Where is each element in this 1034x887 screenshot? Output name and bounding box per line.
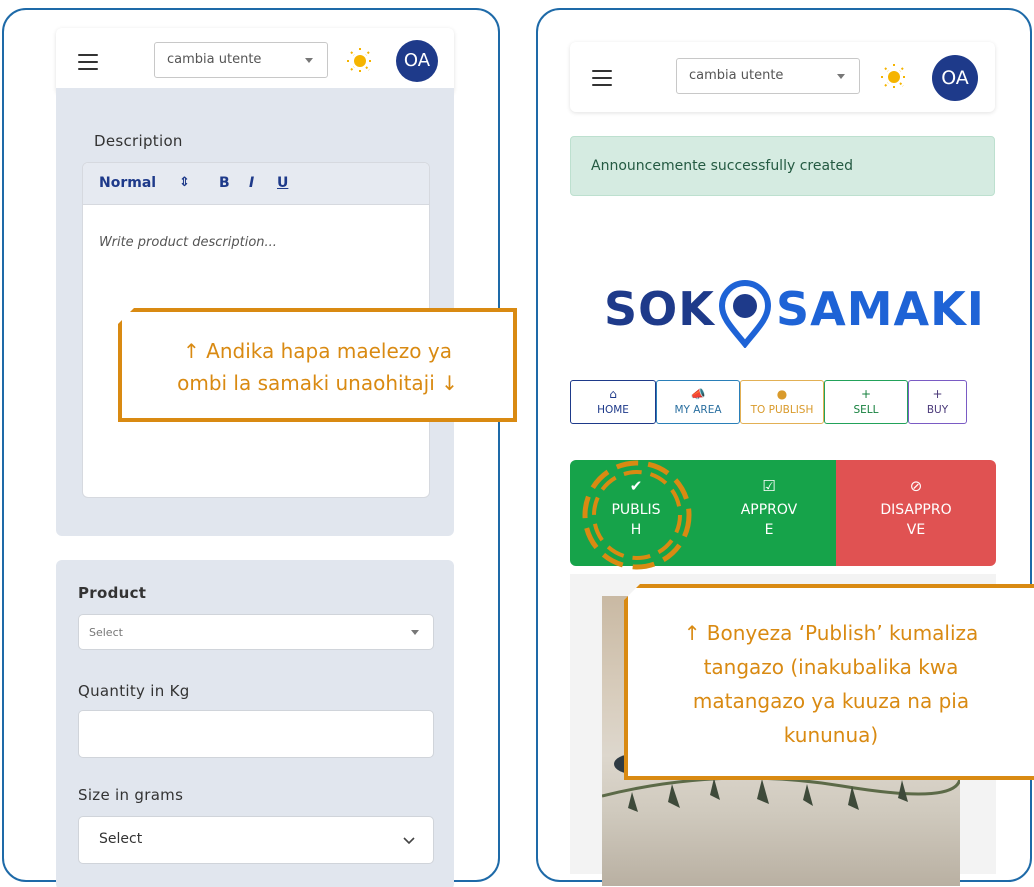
right-top-bar: cambia utente OA [570, 42, 995, 112]
size-select-value: Select [99, 831, 143, 847]
nav-my-area[interactable]: 📣 MY AREA [656, 380, 740, 424]
disapprove-label-line1: DISAPPRO [880, 502, 952, 518]
chevron-down-icon [837, 74, 845, 79]
avatar[interactable]: OA [396, 40, 438, 82]
checkbox-icon: ☑ [762, 477, 776, 495]
product-select[interactable]: Select [78, 614, 434, 650]
editor-toolbar: Normal ⇕ B I U [83, 163, 429, 205]
description-label: Description [94, 132, 183, 150]
nav-label: TO PUBLISH [750, 404, 814, 416]
chevron-down-icon [411, 630, 419, 635]
logo-text-sok: SOK [604, 282, 715, 336]
check-circle-icon: ● [776, 387, 788, 401]
highlight-circle [582, 460, 692, 570]
avatar[interactable]: OA [932, 55, 978, 101]
logo-text-samaki: SAMAKI [776, 282, 985, 336]
location-pin-icon [718, 280, 772, 348]
callout-line: ↑ Andika hapa maelezo ya [183, 339, 452, 363]
theme-sun-icon[interactable] [346, 47, 374, 75]
nav-label: BUY [926, 404, 949, 416]
callout-line: kununua) [783, 723, 879, 747]
format-arrows-icon[interactable]: ⇕ [179, 175, 190, 190]
nav-label: SELL [853, 404, 879, 416]
approve-label-line1: APPROV [740, 502, 798, 518]
nav-home[interactable]: ⌂ HOME [570, 380, 656, 424]
chevron-down-icon [305, 58, 313, 63]
nav-label: HOME [597, 404, 629, 416]
format-select[interactable]: Normal [99, 175, 156, 191]
sokosamaki-logo: SOK SAMAKI [604, 278, 984, 348]
hamburger-menu-icon[interactable] [592, 70, 612, 86]
underline-button[interactable]: U [277, 175, 288, 191]
left-instruction-callout: ↑ Andika hapa maelezo ya ombi la samaki … [118, 308, 517, 422]
plus-icon: + [932, 387, 943, 401]
success-alert: Announcemente successfully created [570, 136, 995, 196]
nav-to-publish[interactable]: ● TO PUBLISH [740, 380, 824, 424]
bold-button[interactable]: B [219, 175, 230, 191]
quantity-label: Quantity in Kg [78, 682, 190, 700]
product-label: Product [78, 584, 147, 602]
approve-label-line2: E [764, 522, 774, 538]
quantity-input[interactable] [78, 710, 434, 758]
user-switch-select[interactable]: cambia utente [154, 42, 328, 78]
ban-icon: ⊘ [909, 477, 923, 495]
disapprove-button[interactable]: ⊘ DISAPPRO VE [836, 460, 996, 566]
user-switch-select[interactable]: cambia utente [676, 58, 860, 94]
right-instruction-callout: ↑ Bonyeza ‘Publish’ kumaliza tangazo (in… [624, 584, 1034, 780]
user-switch-value: cambia utente [167, 52, 262, 67]
left-top-bar: cambia utente OA [56, 28, 454, 94]
approve-button[interactable]: ☑ APPROV E [702, 460, 836, 566]
callout-line: matangazo ya kuuza na pia [692, 689, 970, 713]
hamburger-menu-icon[interactable] [78, 54, 98, 70]
callout-line: ombi la samaki unaohitaji ↓ [177, 371, 458, 395]
plus-icon: + [860, 387, 872, 401]
size-label: Size in grams [78, 786, 184, 804]
italic-button[interactable]: I [249, 175, 254, 191]
product-select-value: Select [89, 626, 123, 639]
megaphone-icon: 📣 [690, 387, 706, 401]
callout-line: ↑ Bonyeza ‘Publish’ kumaliza [683, 621, 979, 645]
nav-label: MY AREA [674, 404, 722, 416]
theme-sun-icon[interactable] [880, 63, 908, 91]
size-select[interactable]: Select [78, 816, 434, 864]
user-switch-value: cambia utente [689, 68, 784, 83]
main-nav: ⌂ HOME 📣 MY AREA ● TO PUBLISH + SELL + B… [570, 380, 967, 424]
chevron-down-icon [403, 837, 415, 845]
home-icon: ⌂ [609, 387, 617, 401]
nav-sell[interactable]: + SELL [824, 380, 908, 424]
callout-line: tangazo (inakubalika kwa [703, 655, 959, 679]
editor-placeholder: Write product description... [99, 235, 277, 250]
nav-buy[interactable]: + BUY [908, 380, 967, 424]
disapprove-label-line2: VE [906, 522, 926, 538]
